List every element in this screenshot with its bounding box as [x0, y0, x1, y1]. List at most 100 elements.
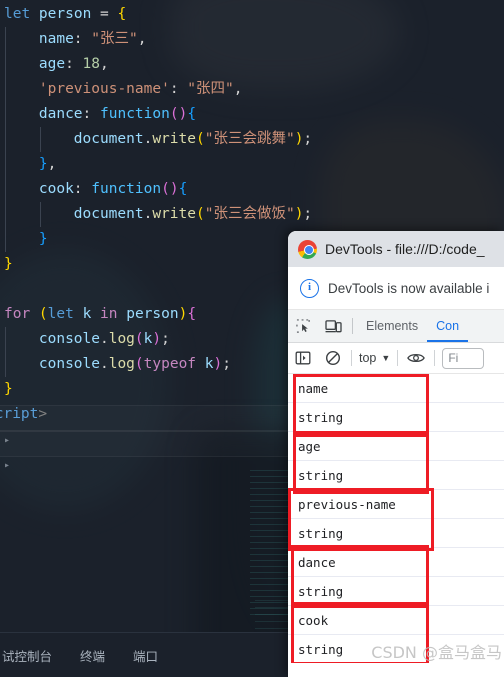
code-token: {	[187, 106, 197, 122]
chevron-down-icon: ▼	[381, 353, 391, 363]
code-token: typeof	[143, 356, 205, 372]
code-token: (	[195, 206, 205, 222]
code-token: ()	[161, 181, 179, 197]
indent-guide	[5, 352, 6, 377]
code-token: (	[134, 331, 144, 347]
code-token: k	[204, 356, 214, 372]
code-line[interactable]: name: "张三",	[0, 27, 312, 52]
code-token: ▸	[4, 460, 11, 471]
code-token: )	[213, 356, 223, 372]
javascript-context-selector[interactable]: top ▼	[355, 351, 394, 365]
code-token: {	[178, 181, 188, 197]
code-token: }	[38, 231, 48, 247]
panel-tab-0[interactable]: 试控制台	[0, 646, 54, 665]
devtools-tab-bar[interactable]: Elements Con	[288, 310, 504, 343]
code-line[interactable]: cook: function(){	[0, 177, 312, 202]
code-token: function	[100, 106, 170, 122]
console-log-row[interactable]: string	[288, 577, 504, 606]
panel-tab-2[interactable]: 端口	[131, 646, 160, 665]
code-token: }	[4, 256, 13, 272]
code-token: console	[38, 356, 100, 372]
console-log-row[interactable]: age	[288, 432, 504, 461]
code-token: .	[99, 356, 109, 372]
panel-tab-1[interactable]: 终端	[78, 646, 107, 665]
code-token: name	[38, 31, 74, 47]
indent-guide	[5, 227, 6, 252]
devtools-info-bar: i DevTools is now available i	[288, 267, 504, 310]
code-token: person	[126, 306, 179, 322]
tab-elements[interactable]: Elements	[357, 310, 427, 342]
code-token: in	[91, 306, 127, 322]
live-expression-eye-icon[interactable]	[401, 343, 431, 373]
code-token: age	[38, 56, 66, 72]
console-toolbar[interactable]: top ▼ Fi	[288, 343, 504, 374]
code-line[interactable]: },	[0, 152, 312, 177]
code-token: dance	[38, 106, 83, 122]
devtools-info-text: DevTools is now available i	[328, 280, 490, 296]
code-line[interactable]: }	[0, 377, 312, 402]
devtools-title-bar[interactable]: DevTools - file:///D:/code_	[288, 231, 504, 267]
code-token: document	[73, 206, 144, 222]
tab-console[interactable]: Con	[427, 310, 468, 342]
code-token: function	[91, 181, 162, 197]
console-sidebar-icon[interactable]	[288, 343, 318, 373]
indent-guide	[5, 202, 6, 227]
console-filter-input[interactable]: Fi	[442, 347, 485, 369]
console-output-list[interactable]: name string age string previous-name string da…	[288, 374, 504, 663]
indent-guide	[5, 52, 6, 77]
code-line[interactable]: }	[0, 252, 312, 277]
console-log-row[interactable]: name	[288, 374, 504, 403]
console-log-row[interactable]: string	[288, 519, 504, 548]
code-line[interactable]: dance: function(){	[0, 102, 312, 127]
code-line[interactable]: let person = {	[0, 2, 312, 27]
code-line[interactable]: document.write("张三会跳舞");	[0, 127, 312, 152]
code-token: write	[152, 206, 196, 222]
code-token: ;	[303, 206, 313, 222]
code-token: .	[99, 331, 109, 347]
code-token: :	[73, 181, 92, 197]
code-line[interactable]: console.log(typeof k);	[0, 352, 312, 377]
indent-guide	[39, 127, 41, 152]
code-token: }	[38, 156, 48, 172]
indent-guide	[5, 102, 6, 127]
code-token: log	[108, 331, 135, 347]
code-token: (	[134, 356, 144, 372]
code-token: "张三会做饭"	[204, 206, 295, 222]
code-token: :	[73, 31, 92, 47]
context-value: top	[359, 351, 377, 365]
code-token: document	[73, 131, 144, 147]
toolbar-divider-3	[434, 350, 436, 366]
inspect-element-icon[interactable]	[288, 310, 318, 342]
device-toolbar-icon[interactable]	[318, 310, 348, 342]
code-token: person	[38, 6, 92, 22]
code-token: for	[4, 306, 39, 322]
console-log-row[interactable]: string	[288, 461, 504, 490]
code-token: ,	[137, 31, 147, 47]
clear-console-icon[interactable]	[318, 343, 348, 373]
toolbar-divider-1	[351, 350, 352, 366]
console-log-row[interactable]: string	[288, 403, 504, 432]
indent-guide	[5, 127, 6, 152]
code-line[interactable]: console.log(k);	[0, 327, 312, 352]
code-line[interactable]: age: 18,	[0, 52, 312, 77]
code-line[interactable]	[0, 277, 312, 302]
console-log-row[interactable]: cook	[288, 606, 504, 635]
code-token: }	[4, 381, 13, 397]
info-icon: i	[300, 278, 319, 298]
console-log-row[interactable]: previous-name	[288, 490, 504, 519]
code-token: log	[108, 356, 135, 372]
code-token: ,	[233, 81, 243, 97]
console-log-row[interactable]: dance	[288, 548, 504, 577]
code-line[interactable]: document.write("张三会做饭");	[0, 202, 312, 227]
code-token: ;	[303, 131, 313, 147]
chrome-logo-icon	[298, 239, 317, 259]
code-line[interactable]: for (let k in person){	[0, 302, 312, 327]
code-token: {	[117, 6, 127, 22]
code-token: (	[195, 131, 205, 147]
code-line[interactable]: }	[0, 227, 312, 252]
code-token: 18	[82, 56, 101, 72]
code-token: 'previous-name'	[38, 81, 170, 97]
code-line[interactable]: 'previous-name': "张四",	[0, 77, 312, 102]
indent-guide	[5, 27, 6, 52]
devtools-window[interactable]: DevTools - file:///D:/code_ i DevTools i…	[288, 231, 504, 677]
